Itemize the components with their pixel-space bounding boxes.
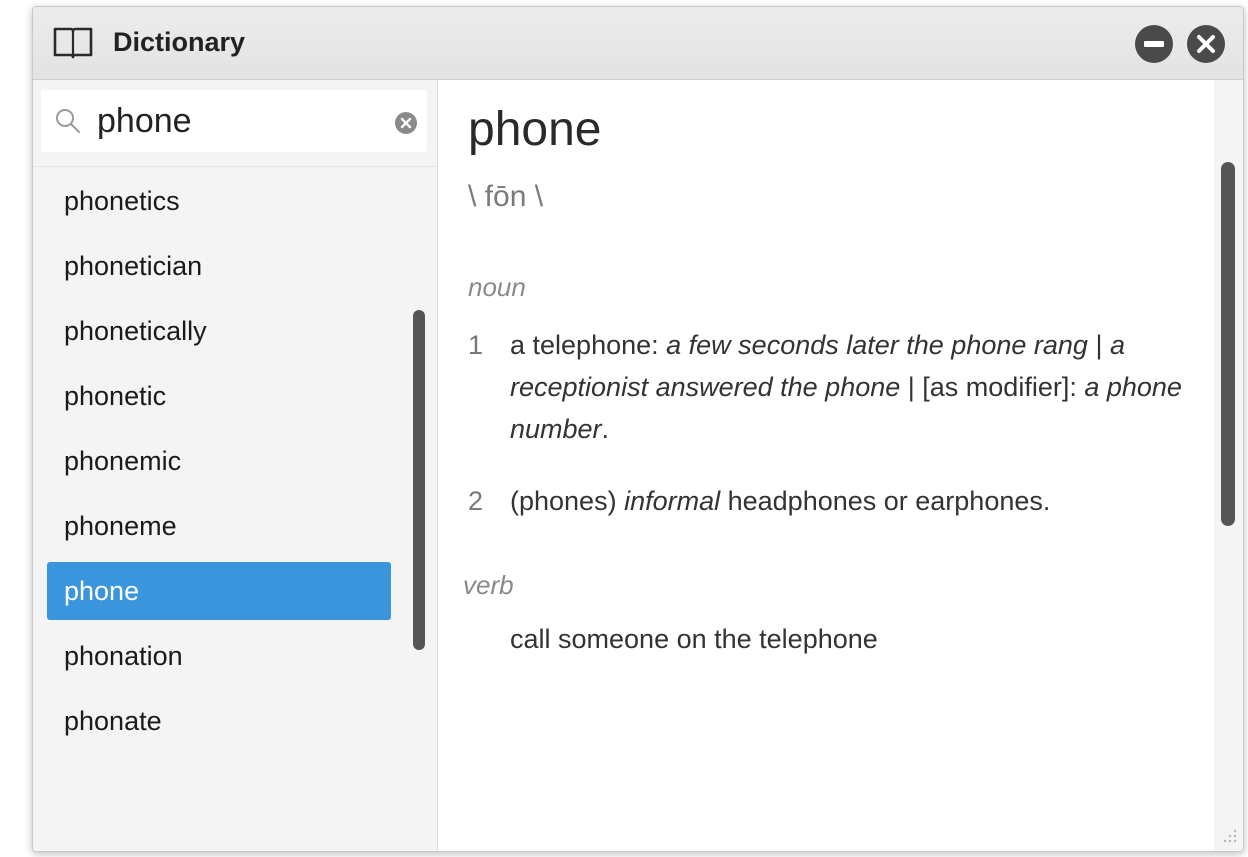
sidebar-scrollbar[interactable] [413, 310, 425, 650]
sense-number: 2 [468, 486, 484, 516]
period-text: . [601, 414, 610, 444]
list-item[interactable]: phonemic [47, 432, 391, 490]
definition-text: (phones) [510, 486, 625, 516]
list-item[interactable]: phonetician [47, 237, 391, 295]
sense-1: 1 a telephone: a few seconds later the p… [468, 324, 1188, 454]
headword: phone [468, 103, 602, 156]
list-item[interactable]: phonate [47, 692, 391, 750]
register-label: informal [624, 486, 721, 516]
clear-search-icon[interactable] [395, 112, 417, 134]
part-of-speech-verb: verb [463, 570, 514, 600]
list-item[interactable]: phonetically [47, 302, 391, 360]
part-of-speech-noun: noun [468, 272, 526, 302]
dictionary-window: Dictionary phone phonetics phonetician p… [32, 6, 1244, 852]
window-title: Dictionary [113, 27, 246, 57]
list-item-selected[interactable]: phone [47, 562, 391, 620]
modifier-text: | [as modifier]: [900, 372, 1085, 402]
list-item[interactable]: phonetic [47, 367, 391, 425]
close-button[interactable] [1187, 25, 1225, 63]
word-list: phonetics phonetician phonetically phone… [47, 172, 391, 757]
search-icon [56, 109, 80, 133]
sense-definition: a telephone: a few seconds later the pho… [510, 324, 1190, 450]
sidebar-divider [33, 166, 437, 167]
verb-definition: call someone on the telephone [510, 624, 878, 654]
resize-grip-icon[interactable] [1222, 828, 1238, 844]
close-icon [1197, 35, 1215, 53]
sense-definition: (phones) informal headphones or earphone… [510, 480, 1190, 522]
verb-sense: call someone on the telephone [468, 618, 1188, 660]
word-sidebar: phonetics phonetician phonetically phone… [33, 80, 438, 851]
title-bar[interactable]: Dictionary [33, 7, 1243, 80]
book-icon [53, 27, 93, 59]
search-input[interactable] [97, 100, 377, 142]
example-text: a few seconds later the phone rang [666, 330, 1088, 360]
separator-text: | [1087, 330, 1110, 360]
content-scrollbar[interactable] [1221, 162, 1235, 526]
sense-2: 2 (phones) informal headphones or earpho… [468, 480, 1188, 522]
minimize-icon [1144, 41, 1164, 47]
definition-text: a telephone: [510, 330, 667, 360]
minimize-button[interactable] [1135, 25, 1173, 63]
pronunciation: \ fōn \ [468, 180, 544, 213]
list-item[interactable]: phoneme [47, 497, 391, 555]
definition-panel: phone \ fōn \ noun 1 a telephone: a few … [438, 80, 1243, 851]
list-item[interactable]: phonetics [47, 172, 391, 230]
definition-text: headphones or earphones. [720, 486, 1051, 516]
search-box[interactable] [41, 90, 427, 152]
sense-number: 1 [468, 330, 484, 360]
list-item[interactable]: phonation [47, 627, 391, 685]
